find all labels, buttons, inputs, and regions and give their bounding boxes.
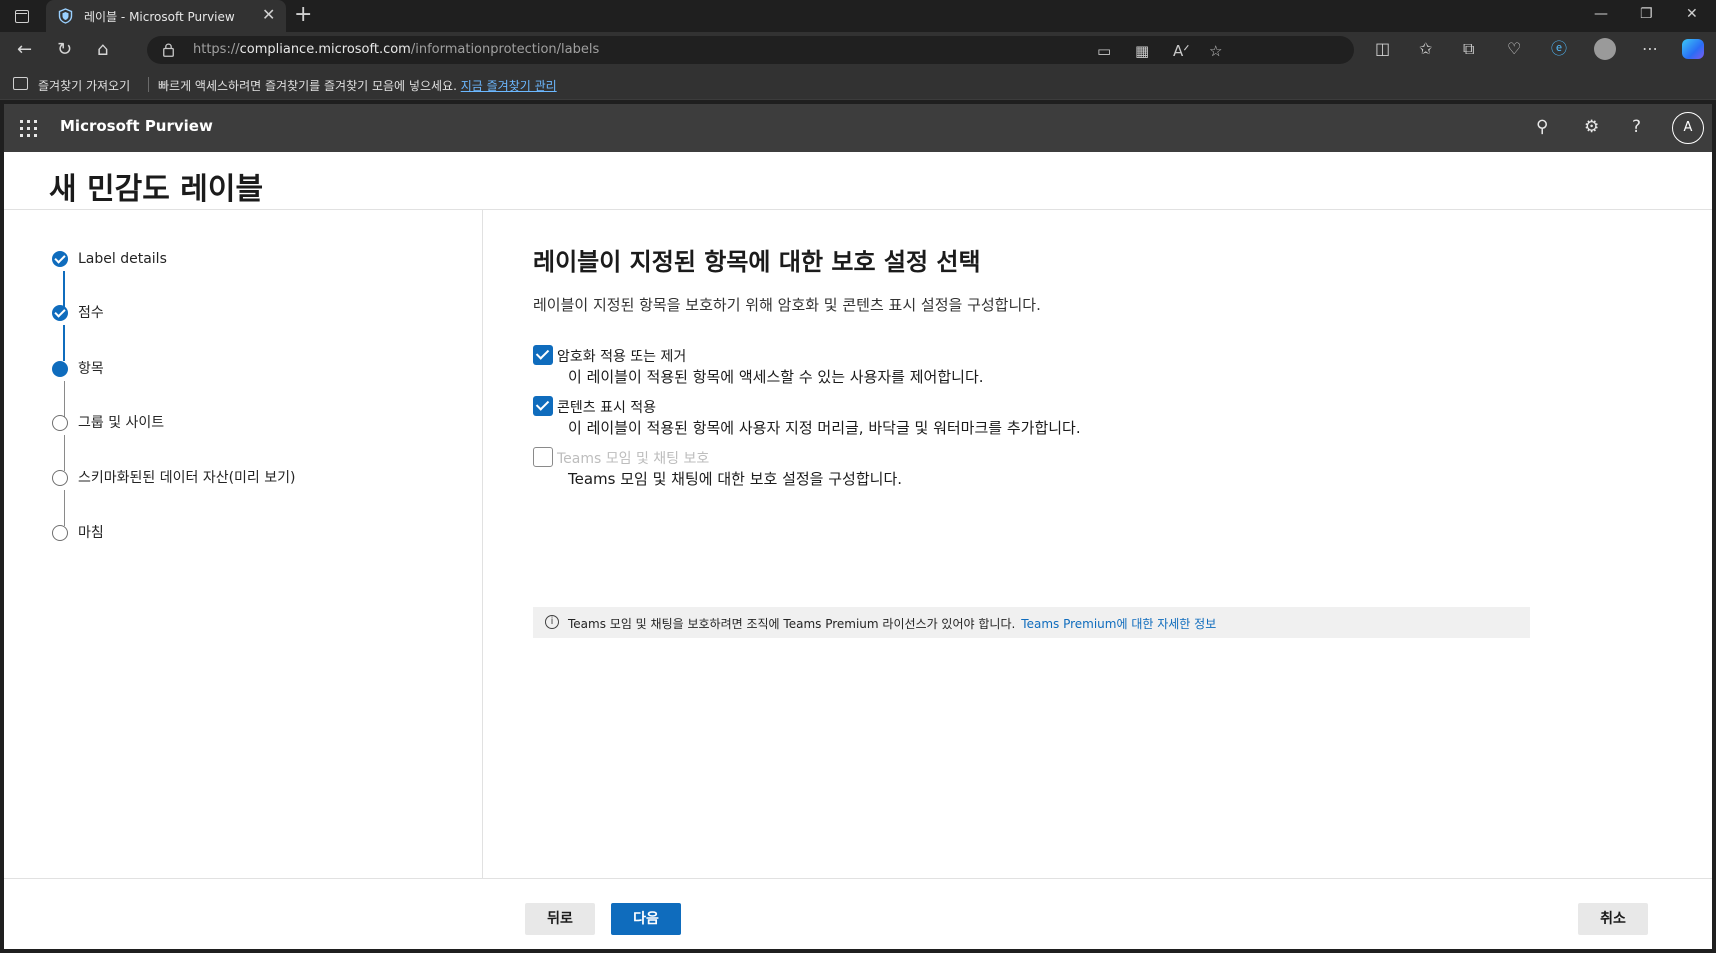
purview-app: Microsoft Purview ⚲ ⚙ ? A 새 민감도 레이블 Labe… — [4, 104, 1712, 949]
minimize-icon[interactable]: — — [1594, 6, 1608, 22]
url-text: https://compliance.microsoft.com/informa… — [193, 42, 600, 57]
restore-icon[interactable]: ❐ — [1640, 6, 1653, 22]
teams-protection-checkbox[interactable] — [533, 447, 553, 467]
settings-gear-icon[interactable]: ⚙ — [1584, 116, 1599, 138]
lock-icon[interactable] — [163, 43, 174, 57]
browser-tab-bar: 레이블 - Microsoft Purview ✕ + — ❐ ✕ — [0, 0, 1716, 32]
step-connector — [63, 490, 65, 526]
step-complete-icon — [52, 251, 68, 267]
browser-essentials-icon[interactable]: ♡ — [1507, 40, 1521, 58]
tab-title: 레이블 - Microsoft Purview — [84, 10, 235, 24]
import-favorites-icon[interactable] — [13, 77, 28, 90]
step-label: 스키마화된된 데이터 자산(미리 보기) — [78, 470, 296, 486]
step-connector — [63, 435, 65, 471]
step-complete-icon — [52, 305, 68, 321]
section-heading: 레이블이 지정된 항목에 대한 보호 설정 선택 — [533, 248, 981, 276]
step-pending-icon — [52, 470, 68, 486]
info-icon: i — [545, 615, 559, 629]
encryption-checkbox[interactable] — [533, 345, 553, 365]
help-icon[interactable]: ? — [1632, 116, 1641, 138]
split-screen-icon[interactable]: ◫ — [1375, 40, 1390, 58]
manage-favorites-link[interactable]: 지금 즐겨찾기 관리 — [461, 79, 557, 93]
favorite-star-icon[interactable]: ☆ — [1209, 43, 1222, 59]
content-marking-checkbox[interactable] — [533, 396, 553, 416]
qr-code-icon[interactable]: ▦ — [1135, 43, 1149, 59]
info-message-bar: i Teams 모임 및 채팅을 보호하려면 조직에 Teams Premium… — [533, 607, 1530, 638]
purview-shield-icon — [58, 8, 73, 24]
wizard-steps: Label details 점수 항목 그룹 및 사이트 스키마화된된 데이터 … — [4, 210, 483, 878]
step-pending-icon — [52, 415, 68, 431]
favorites-hint: 빠르게 액세스하려면 즐겨찾기를 즐겨찾기 모음에 넣으세요. 지금 즐겨찾기 … — [158, 79, 557, 93]
close-window-icon[interactable]: ✕ — [1686, 6, 1698, 22]
step-pending-icon — [52, 525, 68, 541]
step-label: 항목 — [78, 361, 104, 377]
step-label: Label details — [78, 251, 167, 267]
cancel-button[interactable]: 취소 — [1578, 903, 1648, 935]
step-connector — [63, 381, 65, 417]
browser-tab-active[interactable]: 레이블 - Microsoft Purview ✕ — [46, 0, 286, 32]
favorites-icon[interactable]: ✩ — [1419, 40, 1432, 58]
option-description: Teams 모임 및 채팅에 대한 보호 설정을 구성합니다. — [568, 470, 903, 488]
info-text: Teams 모임 및 채팅을 보호하려면 조직에 Teams Premium 라… — [568, 617, 1217, 631]
back-button[interactable]: 뒤로 — [525, 903, 595, 935]
step-label: 마침 — [78, 525, 104, 541]
tab-actions-icon[interactable] — [12, 7, 32, 25]
refresh-icon[interactable]: ↻ — [57, 40, 72, 60]
read-aloud-icon[interactable]: Aᐟ — [1173, 43, 1190, 59]
step-current-icon — [52, 361, 68, 377]
collections-icon[interactable]: ⧉ — [1463, 40, 1474, 58]
home-icon[interactable]: ⌂ — [97, 40, 108, 60]
step-label: 점수 — [78, 305, 104, 321]
step-connector — [63, 325, 65, 361]
option-description: 이 레이블이 적용된 항목에 사용자 지정 머리글, 바닥글 및 워터마크를 추… — [568, 419, 1081, 437]
copilot-icon[interactable] — [1682, 39, 1704, 59]
page-title: 새 민감도 레이블 — [49, 172, 264, 207]
favorites-bar: 즐겨찾기 가져오기 빠르게 액세스하려면 즐겨찾기를 즐겨찾기 모음에 넣으세요… — [0, 68, 1716, 100]
app-launcher-icon[interactable] — [20, 120, 38, 138]
user-avatar[interactable]: A — [1672, 112, 1704, 144]
import-favorites-link[interactable]: 즐겨찾기 가져오기 — [38, 77, 130, 94]
option-label[interactable]: 암호화 적용 또는 제거 — [557, 346, 686, 366]
main-content: 레이블이 지정된 항목에 대한 보호 설정 선택 레이블이 지정된 항목을 보호… — [484, 210, 1712, 878]
section-description: 레이블이 지정된 항목을 보호하기 위해 암호화 및 콘텐츠 표시 설정을 구성… — [533, 296, 1041, 314]
more-options-icon[interactable]: ⋯ — [1642, 40, 1658, 58]
option-label[interactable]: 콘텐츠 표시 적용 — [557, 397, 656, 417]
url-field[interactable]: https://compliance.microsoft.com/informa… — [147, 36, 1354, 64]
teams-premium-link[interactable]: Teams Premium에 대한 자세한 정보 — [1021, 617, 1216, 631]
step-label: 그룹 및 사이트 — [78, 415, 165, 431]
favorites-divider — [148, 77, 149, 92]
close-tab-icon[interactable]: ✕ — [262, 6, 275, 24]
option-label: Teams 모임 및 채팅 보호 — [557, 451, 710, 467]
option-description: 이 레이블이 적용된 항목에 액세스할 수 있는 사용자를 제어합니다. — [568, 368, 984, 386]
edge-extension-icon[interactable]: ⓔ — [1551, 40, 1567, 58]
app-name[interactable]: Microsoft Purview — [60, 117, 213, 135]
new-tab-icon[interactable]: + — [294, 3, 312, 27]
back-arrow-icon[interactable]: ← — [17, 40, 32, 60]
app-available-icon[interactable]: ▭ — [1097, 43, 1111, 59]
community-icon[interactable]: ⚲ — [1536, 116, 1548, 138]
step-connector — [63, 271, 65, 307]
footer-divider — [4, 878, 1712, 879]
address-bar: ← ↻ ⌂ https://compliance.microsoft.com/i… — [0, 32, 1716, 68]
app-header: Microsoft Purview ⚲ ⚙ ? A — [4, 104, 1712, 152]
profile-avatar[interactable] — [1594, 38, 1616, 60]
next-button[interactable]: 다음 — [611, 903, 681, 935]
